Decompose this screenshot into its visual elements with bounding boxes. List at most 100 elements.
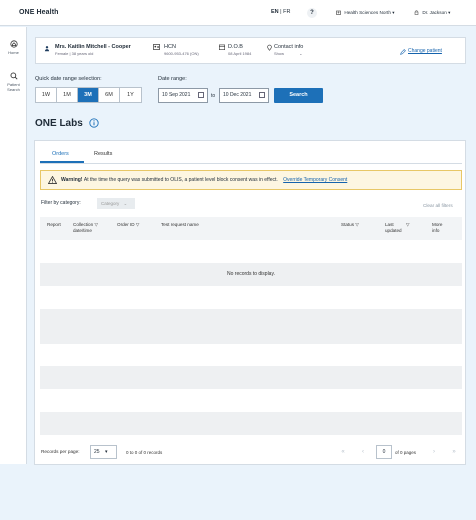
- page-count: of 0 pages: [395, 450, 417, 455]
- filter-icon[interactable]: ▽: [406, 222, 410, 227]
- date-from-value: 10 Sep 2021: [162, 92, 191, 98]
- change-patient-link[interactable]: Change patient: [408, 48, 442, 54]
- chevron-down-icon: ▾: [104, 449, 108, 455]
- date-from-input[interactable]: 10 Sep 2021: [158, 88, 208, 103]
- tab-orders[interactable]: Orders: [52, 151, 69, 157]
- labs-panel: Orders Results Warning! At the time the …: [34, 140, 466, 465]
- active-tab-indicator: [40, 161, 84, 163]
- col-status-label: Status: [341, 222, 355, 227]
- table-row: [40, 412, 462, 435]
- last-page-button[interactable]: »: [448, 446, 460, 458]
- site-selector[interactable]: Health Sciences North ▾: [336, 10, 395, 16]
- patient-name-block: Mrs. Kaitlin Mitchell - Cooper Female | …: [55, 44, 131, 56]
- patient-demographics: Female | 38 years old: [55, 51, 94, 56]
- table-row: [40, 366, 462, 389]
- table-row: No records to display.: [40, 263, 462, 286]
- dob-block: D.O.B 08 April 1984: [228, 44, 251, 56]
- user-menu[interactable]: Dr. Jackson ▾: [414, 10, 450, 16]
- filter-icon[interactable]: ▽: [94, 222, 98, 227]
- sidebar-item-patient-search[interactable]: Patient Search: [0, 72, 27, 92]
- contact-info-block[interactable]: Contact info Show ⌄: [274, 44, 303, 56]
- contact-toggle[interactable]: Show ⌄: [274, 51, 303, 56]
- location-pin-icon: [267, 44, 272, 51]
- per-page-select[interactable]: 25 ▾: [90, 445, 117, 459]
- chevron-down-icon: ⌄: [123, 201, 128, 206]
- sidebar-item-label: Search: [7, 87, 20, 92]
- records-count: 0 to 0 of 0 records: [126, 450, 163, 455]
- info-icon[interactable]: [89, 118, 99, 128]
- calendar-icon[interactable]: [259, 92, 265, 98]
- dob-label: D.O.B: [228, 44, 243, 50]
- filter-label: Filter by category:: [41, 200, 81, 206]
- col-collection-l1: Collection: [73, 222, 94, 227]
- per-page-label: Records per page:: [41, 449, 80, 454]
- dob-value: 08 April 1984: [228, 51, 252, 56]
- tab-divider: [40, 163, 462, 164]
- date-to-value: 10 Dec 2021: [223, 92, 252, 98]
- consent-warning: Warning! At the time the query was submi…: [40, 170, 462, 190]
- col-status[interactable]: Status ▽: [341, 222, 359, 228]
- category-select[interactable]: Category ⌄: [97, 198, 135, 209]
- col-order-id[interactable]: Order ID ▽: [117, 222, 139, 228]
- quick-range-6m[interactable]: 6M: [99, 88, 120, 102]
- col-order-id-label: Order ID: [117, 222, 135, 227]
- quick-range-1y[interactable]: 1Y: [120, 88, 141, 102]
- search-button[interactable]: Search: [274, 88, 323, 103]
- sidebar: Home Patient Search: [0, 27, 27, 464]
- calendar-icon: [219, 44, 225, 50]
- col-more-info: More info: [432, 222, 442, 234]
- col-last-updated[interactable]: Last ▽ updated: [385, 222, 410, 234]
- filter-icon[interactable]: ▽: [136, 222, 140, 227]
- quick-range-selector: 1W 1M 3M 6M 1Y: [35, 87, 142, 103]
- warning-text: At the time the query was submitted to O…: [83, 177, 278, 183]
- date-to-input[interactable]: 10 Dec 2021: [219, 88, 269, 103]
- home-icon: [9, 40, 18, 48]
- user-name: Dr. Jackson: [422, 10, 447, 15]
- contact-label: Contact info: [274, 44, 304, 50]
- tab-results[interactable]: Results: [94, 151, 112, 157]
- next-page-button[interactable]: ›: [428, 446, 440, 458]
- col-more-l2: info: [432, 228, 440, 233]
- override-consent-link[interactable]: Override Temporary Consent: [283, 177, 347, 183]
- quick-range-3m[interactable]: 3M: [78, 88, 99, 102]
- sidebar-item-label: Home: [8, 50, 19, 55]
- first-page-button[interactable]: «: [337, 446, 349, 458]
- person-icon: [44, 46, 50, 52]
- lang-separator: |: [280, 9, 282, 15]
- user-lock-icon: [414, 10, 419, 15]
- hcn-label: HCN: [164, 44, 176, 50]
- quick-range-1w[interactable]: 1W: [36, 88, 57, 102]
- warning-icon: [48, 176, 57, 184]
- quick-range-label: Quick date range selection:: [35, 76, 102, 82]
- warning-title: Warning!: [61, 177, 83, 183]
- hospital-icon: [336, 10, 341, 15]
- prev-page-button[interactable]: ‹: [357, 446, 369, 458]
- date-range-label: Date range:: [158, 76, 187, 82]
- col-test-name[interactable]: Test request name: [161, 222, 199, 228]
- sidebar-item-home[interactable]: Home: [0, 40, 27, 55]
- empty-message: No records to display.: [227, 271, 275, 277]
- col-report[interactable]: Report: [47, 222, 61, 228]
- clear-filters-link[interactable]: Clear all filters: [423, 203, 453, 208]
- col-last-l1: Last: [385, 222, 394, 227]
- help-button[interactable]: ?: [307, 8, 317, 18]
- patient-banner: Mrs. Kaitlin Mitchell - Cooper Female | …: [35, 37, 466, 64]
- calendar-icon[interactable]: [198, 92, 204, 98]
- chevron-down-icon: ▾: [448, 10, 451, 15]
- filter-icon[interactable]: ▽: [355, 222, 359, 227]
- page-number-input[interactable]: 0: [376, 445, 392, 459]
- col-more-l1: More: [432, 222, 443, 227]
- site-name: Health Sciences North: [344, 10, 391, 15]
- search-icon: [10, 72, 18, 80]
- quick-range-1m[interactable]: 1M: [57, 88, 78, 102]
- lang-en[interactable]: EN: [271, 9, 279, 15]
- lang-fr[interactable]: FR: [283, 9, 290, 15]
- col-collection-l2: date/time: [73, 228, 92, 233]
- date-range-separator: to: [211, 93, 216, 99]
- hcn-value: 9600-953-476 (ON): [164, 51, 199, 56]
- table-row: [40, 309, 462, 344]
- col-collection[interactable]: Collection ▽ date/time: [73, 222, 98, 234]
- top-bar: ONE Health EN | FR ? Health Sciences Nor…: [0, 0, 476, 26]
- table-header: Report Collection ▽ date/time Order ID ▽ …: [40, 217, 462, 240]
- chevron-down-icon: ⌄: [299, 51, 303, 56]
